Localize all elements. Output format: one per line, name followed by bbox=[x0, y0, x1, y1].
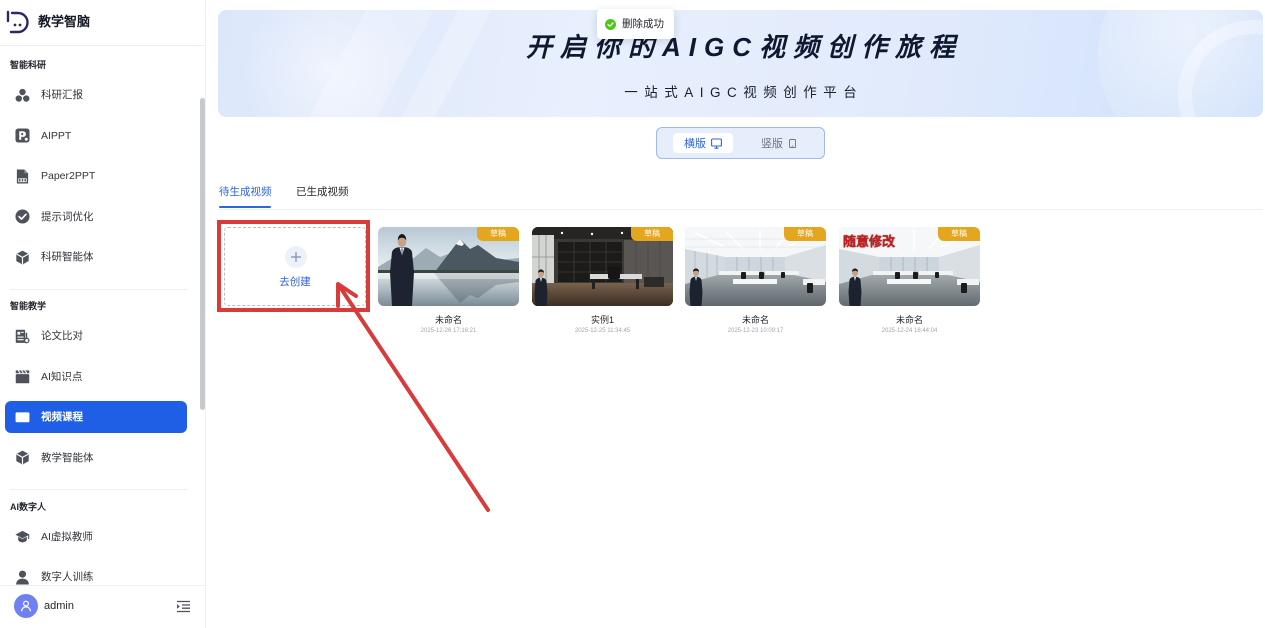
section-heading-research: 智能科研 bbox=[10, 60, 47, 70]
active-tab-indicator bbox=[219, 206, 271, 208]
compare-document-icon bbox=[15, 329, 30, 343]
tabs-divider bbox=[218, 209, 1263, 210]
avatar[interactable] bbox=[14, 594, 38, 618]
section-heading-teaching: 智能教学 bbox=[10, 301, 47, 311]
sidebar: 教学智脑 智能科研 科研汇报 AIPPT Paper2PPT 提示词优化 科研智… bbox=[0, 0, 206, 628]
create-video-card[interactable]: 去创建 bbox=[224, 227, 366, 306]
video-timestamp: 2025-12-23 10:09:17 bbox=[727, 328, 784, 334]
tab-generated-videos[interactable]: 已生成视频 bbox=[296, 185, 349, 199]
banner-title: 开启你的AIGC视频创作旅程 bbox=[525, 32, 963, 62]
sidebar-scrollbar[interactable] bbox=[200, 98, 205, 410]
sidebar-item-label: 科研汇报 bbox=[41, 89, 83, 101]
sidebar-item-label: AI虚拟教师 bbox=[41, 530, 93, 543]
section-divider bbox=[0, 478, 205, 492]
video-card[interactable]: 草稿 未命名 2025-12-23 10:09:17 bbox=[685, 227, 826, 337]
section-divider bbox=[0, 278, 205, 292]
sidebar-item-label: 科研智能体 bbox=[41, 251, 94, 263]
orientation-portrait-label: 竖版 bbox=[761, 138, 783, 150]
sidebar-item-label: 视频课程 bbox=[41, 411, 83, 423]
cube-icon bbox=[16, 250, 29, 264]
sidebar-item-ai-knowledge[interactable]: AI知识点 bbox=[0, 357, 205, 398]
toast-message: 删除成功 bbox=[597, 9, 674, 39]
ppt-icon bbox=[15, 128, 30, 143]
video-title: 实例1 bbox=[590, 315, 614, 325]
user-bar: admin bbox=[0, 585, 205, 628]
hero-banner: 开启你的AIGC视频创作旅程 一站式AIGC视频创作平台 bbox=[218, 10, 1263, 117]
paper-ppt-icon bbox=[16, 168, 29, 184]
screen-icon bbox=[15, 411, 30, 422]
check-circle-icon bbox=[15, 209, 30, 224]
video-title: 未命名 bbox=[434, 315, 462, 325]
video-title: 未命名 bbox=[895, 315, 923, 325]
plus-icon bbox=[285, 246, 307, 268]
sidebar-item-label: AI知识点 bbox=[41, 370, 83, 383]
tab-pending-videos[interactable]: 待生成视频 bbox=[219, 185, 272, 199]
graduation-cap-icon bbox=[15, 530, 30, 543]
sidebar-item-video-course[interactable]: 视频课程 bbox=[0, 397, 205, 438]
banner-subtitle: 一站式AIGC视频创作平台 bbox=[624, 85, 864, 100]
sidebar-item-aippt[interactable]: AIPPT bbox=[0, 116, 205, 157]
section-heading-digital-human: AI数字人 bbox=[10, 501, 47, 512]
sidebar-nav: 智能科研 科研汇报 AIPPT Paper2PPT 提示词优化 科研智能体 智能… bbox=[0, 50, 205, 598]
monitor-icon bbox=[711, 137, 722, 149]
person-icon bbox=[16, 570, 29, 585]
create-video-label: 去创建 bbox=[279, 276, 311, 288]
video-card[interactable]: 草稿 实例1 2025-12-25 11:34:45 bbox=[532, 227, 673, 337]
sidebar-item-paper2ppt[interactable]: Paper2PPT bbox=[0, 156, 205, 197]
sidebar-item-label: 教学智能体 bbox=[41, 451, 94, 464]
video-title: 未命名 bbox=[741, 315, 769, 325]
draft-badge: 草稿 bbox=[631, 227, 673, 241]
toast-text: 删除成功 bbox=[622, 18, 664, 30]
draft-badge: 草稿 bbox=[477, 227, 519, 241]
sidebar-item-research-agent[interactable]: 科研智能体 bbox=[0, 237, 205, 278]
draft-badge: 草稿 bbox=[938, 227, 980, 241]
sidebar-item-label: 论文比对 bbox=[41, 330, 83, 342]
logo-icon bbox=[6, 10, 29, 34]
clapperboard-icon bbox=[15, 370, 30, 384]
orientation-toggle: 横版 竖版 bbox=[656, 127, 825, 159]
draft-badge: 草稿 bbox=[784, 227, 826, 241]
app-title: 教学智脑 bbox=[38, 14, 91, 29]
cube-icon bbox=[16, 450, 29, 465]
sidebar-item-label: 数字人训练 bbox=[41, 571, 94, 583]
orientation-landscape-option[interactable]: 横版 bbox=[673, 133, 733, 153]
orientation-landscape-label: 横版 bbox=[684, 138, 706, 150]
sidebar-item-label: 提示词优化 bbox=[41, 210, 94, 223]
sidebar-item-label: AIPPT bbox=[41, 129, 72, 142]
user-name[interactable]: admin bbox=[44, 599, 74, 613]
sidebar-item-teaching-agent[interactable]: 教学智能体 bbox=[0, 438, 205, 479]
sidebar-item-prompt-optimize[interactable]: 提示词优化 bbox=[0, 197, 205, 238]
sidebar-item-ai-virtual-teacher[interactable]: AI虚拟教师 bbox=[0, 517, 205, 558]
user-icon bbox=[21, 600, 31, 612]
video-card[interactable]: 随意修改 草稿 未命名 2025-12-24 16:44:04 bbox=[839, 227, 980, 337]
sidebar-item-paper-compare[interactable]: 论文比对 bbox=[0, 316, 205, 357]
sidebar-item-label: Paper2PPT bbox=[41, 170, 96, 182]
cluster-icon bbox=[15, 88, 30, 102]
phone-icon bbox=[789, 138, 796, 148]
video-timestamp: 2025-12-26 17:16:21 bbox=[420, 328, 477, 334]
orientation-portrait-option[interactable]: 竖版 bbox=[744, 133, 814, 153]
video-timestamp: 2025-12-24 16:44:04 bbox=[881, 328, 938, 334]
thumbnail-overlay-text: 随意修改 bbox=[843, 234, 896, 249]
app-logo-area[interactable]: 教学智脑 bbox=[0, 0, 205, 46]
sidebar-item-research-report[interactable]: 科研汇报 bbox=[0, 75, 205, 116]
menu-fold-icon[interactable] bbox=[176, 600, 191, 613]
video-timestamp: 2025-12-25 11:34:45 bbox=[574, 328, 631, 334]
video-card[interactable]: 草稿 未命名 2025-12-26 17:16:21 bbox=[378, 227, 519, 337]
check-circle-icon bbox=[605, 18, 616, 30]
